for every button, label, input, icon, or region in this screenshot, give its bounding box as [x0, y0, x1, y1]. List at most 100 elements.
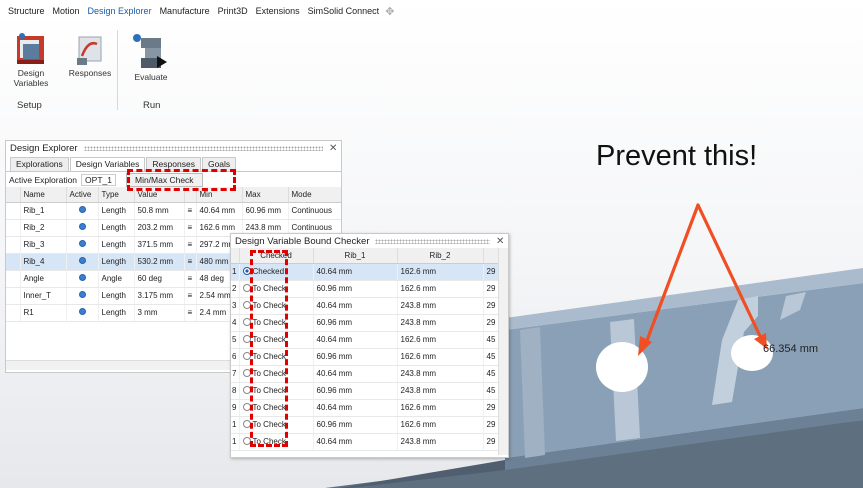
cell-rib1[interactable]: 40.64 mm — [313, 297, 398, 315]
cell-type[interactable]: Length — [98, 202, 135, 220]
cell-name[interactable]: Angle — [20, 270, 67, 288]
menu-item-extensions[interactable]: Extensions — [252, 0, 304, 22]
design-variables-button[interactable]: Design Variables — [8, 32, 54, 88]
active-exploration-select[interactable]: OPT_1 — [81, 173, 116, 186]
menu-item-print3d[interactable]: Print3D — [214, 0, 252, 22]
active-check-icon[interactable] — [78, 291, 86, 298]
cell-active[interactable] — [66, 219, 99, 237]
cell-value[interactable]: 203.2 mm — [134, 219, 185, 237]
col-header-max[interactable]: Max — [242, 187, 289, 203]
drag-grip[interactable] — [375, 238, 490, 244]
cell-rib2[interactable]: 162.6 mm — [397, 331, 484, 349]
cell-next[interactable]: 29 — [483, 416, 499, 434]
cell-type[interactable]: Angle — [98, 270, 135, 288]
cell-rib1[interactable]: 60.96 mm — [313, 382, 398, 400]
cell-rib2[interactable]: 162.6 mm — [397, 399, 484, 417]
cell-value[interactable]: 60 deg — [134, 270, 185, 288]
cell-next[interactable]: 29 — [483, 314, 499, 332]
cell-next[interactable]: 29 — [483, 280, 499, 298]
menu-item-simsolid-connect[interactable]: SimSolid Connect — [304, 0, 384, 22]
active-check-icon[interactable] — [78, 308, 86, 315]
design-explorer-titlebar[interactable]: Design Explorer ✕ — [6, 141, 341, 155]
cell-active[interactable] — [66, 270, 99, 288]
cell-rib1[interactable]: 60.96 mm — [313, 348, 398, 366]
cell-active[interactable] — [66, 287, 99, 305]
cell-value[interactable]: 50.8 mm — [134, 202, 185, 220]
cell-type[interactable]: Length — [98, 304, 135, 322]
cell-rib2[interactable]: 243.8 mm — [397, 297, 484, 315]
cell-active[interactable] — [66, 253, 99, 271]
active-check-icon[interactable] — [78, 240, 86, 247]
cell-value[interactable]: 371.5 mm — [134, 236, 185, 254]
cell-rib2[interactable]: 243.8 mm — [397, 365, 484, 383]
menu-item-structure[interactable]: Structure — [4, 0, 49, 22]
range-menu-icon[interactable]: ≡ — [184, 219, 197, 237]
evaluate-button[interactable]: Evaluate — [124, 32, 178, 82]
active-check-icon[interactable] — [78, 274, 86, 281]
cell-name[interactable]: Rib_3 — [20, 236, 67, 254]
responses-button[interactable]: Responses — [64, 32, 116, 78]
cell-type[interactable]: Length — [98, 236, 135, 254]
cell-type[interactable]: Length — [98, 287, 135, 305]
menu-item-motion[interactable]: Motion — [49, 0, 84, 22]
cell-type[interactable]: Length — [98, 219, 135, 237]
range-menu-icon[interactable]: ≡ — [184, 287, 197, 305]
cell-next[interactable]: 45 — [483, 365, 499, 383]
add-ribbon-icon[interactable]: ✥ — [385, 5, 394, 18]
col-header-mode[interactable]: Mode — [288, 187, 341, 203]
range-menu-icon[interactable]: ≡ — [184, 236, 197, 254]
cell-type[interactable]: Length — [98, 253, 135, 271]
drag-grip[interactable] — [83, 145, 323, 151]
cell-max[interactable]: 60.96 mm — [242, 202, 289, 220]
cell-active[interactable] — [66, 236, 99, 254]
cell-rib1[interactable]: 60.96 mm — [313, 416, 398, 434]
col-header-rib2[interactable]: Rib_2 — [397, 248, 484, 264]
cell-mode[interactable]: Continuous — [288, 202, 341, 220]
cell-active[interactable] — [66, 202, 99, 220]
bound-checker-titlebar[interactable]: Design Variable Bound Checker ✕ — [231, 234, 508, 248]
col-header-name[interactable]: Name — [20, 187, 67, 203]
cell-value[interactable]: 530.2 mm — [134, 253, 185, 271]
cell-rib1[interactable]: 60.96 mm — [313, 280, 398, 298]
cell-next[interactable]: 29 — [483, 433, 499, 451]
cell-rib1[interactable]: 40.64 mm — [313, 365, 398, 383]
active-check-icon[interactable] — [78, 257, 86, 264]
cell-rib2[interactable]: 162.6 mm — [397, 416, 484, 434]
range-menu-icon[interactable]: ≡ — [184, 304, 197, 322]
cell-value[interactable]: 3 mm — [134, 304, 185, 322]
range-menu-icon[interactable]: ≡ — [184, 270, 197, 288]
range-menu-icon[interactable]: ≡ — [184, 253, 197, 271]
active-check-icon[interactable] — [78, 206, 86, 213]
cell-name[interactable]: Rib_2 — [20, 219, 67, 237]
cell-next[interactable]: 45 — [483, 382, 499, 400]
close-icon[interactable]: ✕ — [496, 236, 508, 247]
menu-item-manufacture[interactable]: Manufacture — [156, 0, 214, 22]
cell-rib2[interactable]: 243.8 mm — [397, 382, 484, 400]
cell-next[interactable]: 29 — [483, 399, 499, 417]
cell-active[interactable] — [66, 304, 99, 322]
col-header-rib1[interactable]: Rib_1 — [313, 248, 398, 264]
cell-rib2[interactable]: 243.8 mm — [397, 433, 484, 451]
cell-min[interactable]: 40.64 mm — [196, 202, 243, 220]
cell-value[interactable]: 3.175 mm — [134, 287, 185, 305]
cell-rib2[interactable]: 243.8 mm — [397, 314, 484, 332]
cell-rib2[interactable]: 162.6 mm — [397, 263, 484, 281]
cell-next[interactable]: 29 — [483, 263, 499, 281]
vertical-scrollbar[interactable] — [498, 248, 508, 455]
cell-rib1[interactable]: 60.96 mm — [313, 314, 398, 332]
cell-name[interactable]: Rib_4 — [20, 253, 67, 271]
col-header-next[interactable] — [483, 248, 499, 264]
col-header-active[interactable]: Active — [66, 187, 99, 203]
cell-rib2[interactable]: 162.6 mm — [397, 348, 484, 366]
cell-rib1[interactable]: 40.64 mm — [313, 433, 398, 451]
cell-next[interactable]: 45 — [483, 331, 499, 349]
table-row[interactable]: Rib_1 Length 50.8 mm ≡ 40.64 mm 60.96 mm Conti… — [6, 202, 341, 220]
cell-name[interactable]: Rib_1 — [20, 202, 67, 220]
cell-rib1[interactable]: 40.64 mm — [313, 399, 398, 417]
cell-rib1[interactable]: 40.64 mm — [313, 263, 398, 281]
tab-explorations[interactable]: Explorations — [10, 157, 69, 171]
cell-rib2[interactable]: 162.6 mm — [397, 280, 484, 298]
cell-next[interactable]: 29 — [483, 297, 499, 315]
cell-name[interactable]: R1 — [20, 304, 67, 322]
active-check-icon[interactable] — [78, 223, 86, 230]
